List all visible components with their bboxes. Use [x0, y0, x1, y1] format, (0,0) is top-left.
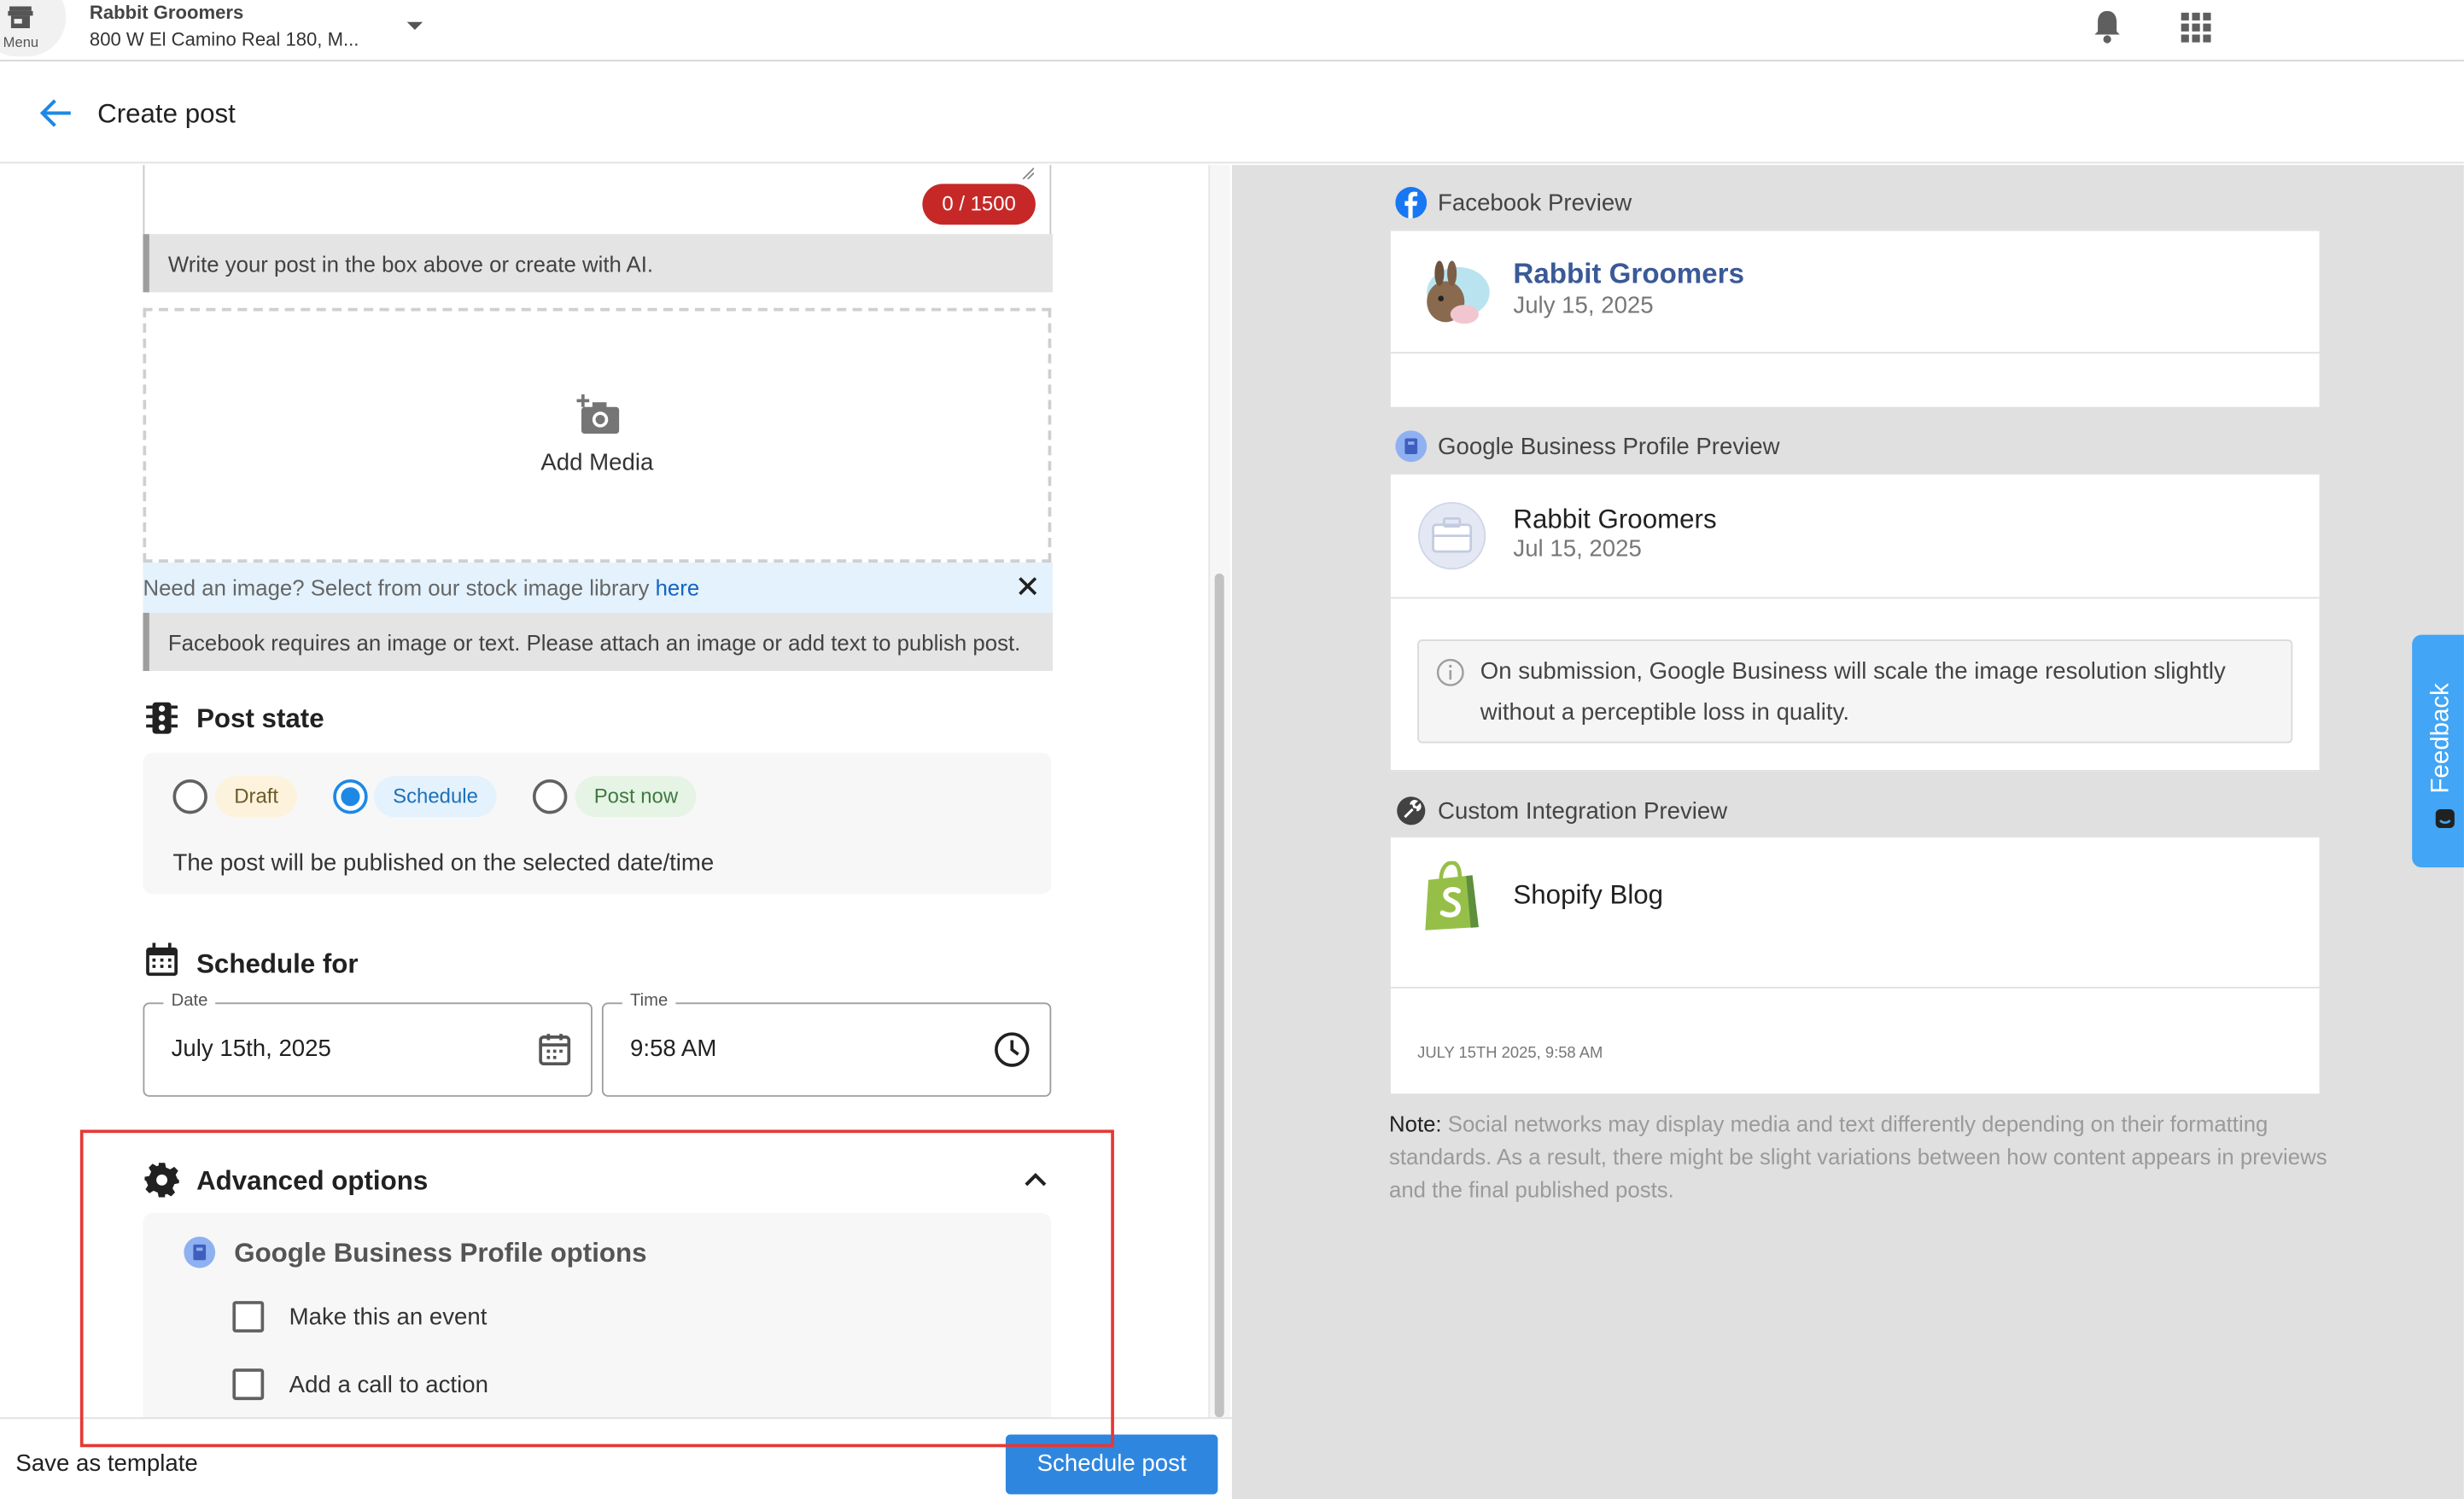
- editor-scrollbar-thumb[interactable]: [1214, 573, 1224, 1418]
- preview-panel: Facebook Preview Rabbit Groomers July 15…: [1231, 165, 2464, 1499]
- shopify-preview-name: Shopify Blog: [1513, 879, 1664, 910]
- apps-grid-icon[interactable]: [2181, 12, 2211, 43]
- date-value: July 15th, 2025: [171, 1035, 331, 1063]
- business-address[interactable]: 800 W El Camino Real 180, M...: [90, 28, 359, 50]
- menu-label: Menu: [3, 34, 39, 50]
- resize-grip-icon[interactable]: [1021, 166, 1035, 179]
- facebook-requirement-warning: Facebook requires an image or text. Plea…: [143, 612, 1054, 671]
- chevron-down-icon[interactable]: [406, 20, 424, 33]
- traffic-light-icon: [146, 702, 178, 734]
- radio-draft[interactable]: [172, 779, 207, 814]
- save-as-template-button[interactable]: Save as template: [15, 1450, 197, 1477]
- page-title: Create post: [97, 98, 236, 129]
- bell-icon[interactable]: [2092, 9, 2123, 44]
- gbp-preview-card: Rabbit Groomers Jul 15, 2025 On submissi…: [1389, 473, 2321, 772]
- note-text: Social networks may display media and te…: [1389, 1111, 2327, 1203]
- custom-preview-heading: Custom Integration Preview: [1438, 798, 1728, 825]
- calendar-picker-icon[interactable]: [536, 1030, 574, 1068]
- feedback-label[interactable]: Feedback: [2428, 668, 2456, 793]
- shopify-preview-date: JULY 15TH 2025, 9:58 AM: [1417, 1045, 1603, 1063]
- shopify-icon: [1425, 860, 1479, 930]
- post-state-card: Draft Schedule Post now The post will be…: [143, 752, 1052, 895]
- date-field[interactable]: Date July 15th, 2025: [143, 991, 593, 1097]
- top-bar: Menu Rabbit Groomers 800 W El Camino Rea…: [0, 0, 2464, 61]
- clock-icon[interactable]: [993, 1030, 1031, 1068]
- facebook-preview-heading: Facebook Preview: [1438, 190, 1632, 218]
- time-value: 9:58 AM: [630, 1035, 717, 1063]
- schedule-for-title: Schedule for: [196, 948, 359, 979]
- divider: [1390, 597, 2320, 599]
- stock-library-link[interactable]: here: [656, 575, 700, 600]
- character-count-badge: 0 / 1500: [922, 184, 1036, 225]
- gbp-info-text: On submission, Google Business will scal…: [1480, 658, 2226, 726]
- stock-image-banner: Need an image? Select from our stock ima…: [143, 562, 1054, 613]
- preview-note: Note: Social networks may display media …: [1389, 1108, 2332, 1207]
- chip-schedule[interactable]: Schedule: [374, 776, 498, 818]
- business-name[interactable]: Rabbit Groomers: [90, 2, 243, 24]
- gbp-preview-name: Rabbit Groomers: [1513, 504, 1717, 534]
- gbp-preview-date: Jul 15, 2025: [1513, 535, 1642, 563]
- add-media-label: Add Media: [540, 449, 654, 476]
- info-icon: [1436, 658, 1464, 686]
- calendar-icon: [146, 942, 178, 977]
- briefcase-avatar: [1418, 502, 1486, 570]
- page-header: Create post: [0, 62, 2464, 164]
- facebook-preview-name: Rabbit Groomers: [1513, 257, 1745, 289]
- facebook-preview-date: July 15, 2025: [1513, 292, 1654, 319]
- divider: [1390, 352, 2320, 354]
- google-business-icon: [1395, 430, 1428, 463]
- note-label: Note:: [1389, 1111, 1442, 1136]
- chip-post-now[interactable]: Post now: [575, 776, 698, 818]
- advanced-options-highlight: [79, 1129, 1114, 1448]
- wrench-integration-icon: [1397, 796, 1426, 825]
- compose-hint: Write your post in the box above or crea…: [143, 234, 1054, 293]
- post-state-description: The post will be published on the select…: [172, 849, 715, 878]
- custom-preview-card: Shopify Blog JULY 15TH 2025, 9:58 AM: [1389, 836, 2321, 1095]
- radio-post-now[interactable]: [532, 779, 568, 814]
- gbp-preview-heading: Google Business Profile Preview: [1438, 434, 1780, 461]
- post-text-area[interactable]: [143, 165, 1052, 239]
- facebook-icon: [1395, 187, 1428, 219]
- radio-schedule[interactable]: [333, 779, 368, 814]
- chip-draft[interactable]: Draft: [215, 776, 298, 818]
- time-field[interactable]: Time 9:58 AM: [601, 991, 1052, 1097]
- add-photo-icon: [576, 394, 620, 435]
- divider: [1390, 986, 2320, 989]
- app-root: Menu Rabbit Groomers 800 W El Camino Rea…: [0, 0, 2464, 1499]
- stock-image-prompt: Need an image? Select from our stock ima…: [143, 575, 656, 601]
- time-field-label: Time: [622, 991, 676, 1011]
- feedback-smile-icon[interactable]: [2434, 808, 2456, 830]
- rabbit-avatar: [1427, 260, 1490, 324]
- menu-button[interactable]: Menu: [0, 0, 67, 57]
- facebook-preview-card: Rabbit Groomers July 15, 2025: [1389, 229, 2321, 409]
- gbp-info-notice: On submission, Google Business will scal…: [1417, 639, 2293, 744]
- date-field-label: Date: [163, 991, 216, 1011]
- add-media-dropzone[interactable]: Add Media: [143, 307, 1052, 563]
- close-icon[interactable]: [1017, 575, 1039, 598]
- back-arrow-icon[interactable]: [39, 97, 73, 129]
- store-icon: [8, 6, 33, 29]
- post-state-title: Post state: [196, 703, 324, 734]
